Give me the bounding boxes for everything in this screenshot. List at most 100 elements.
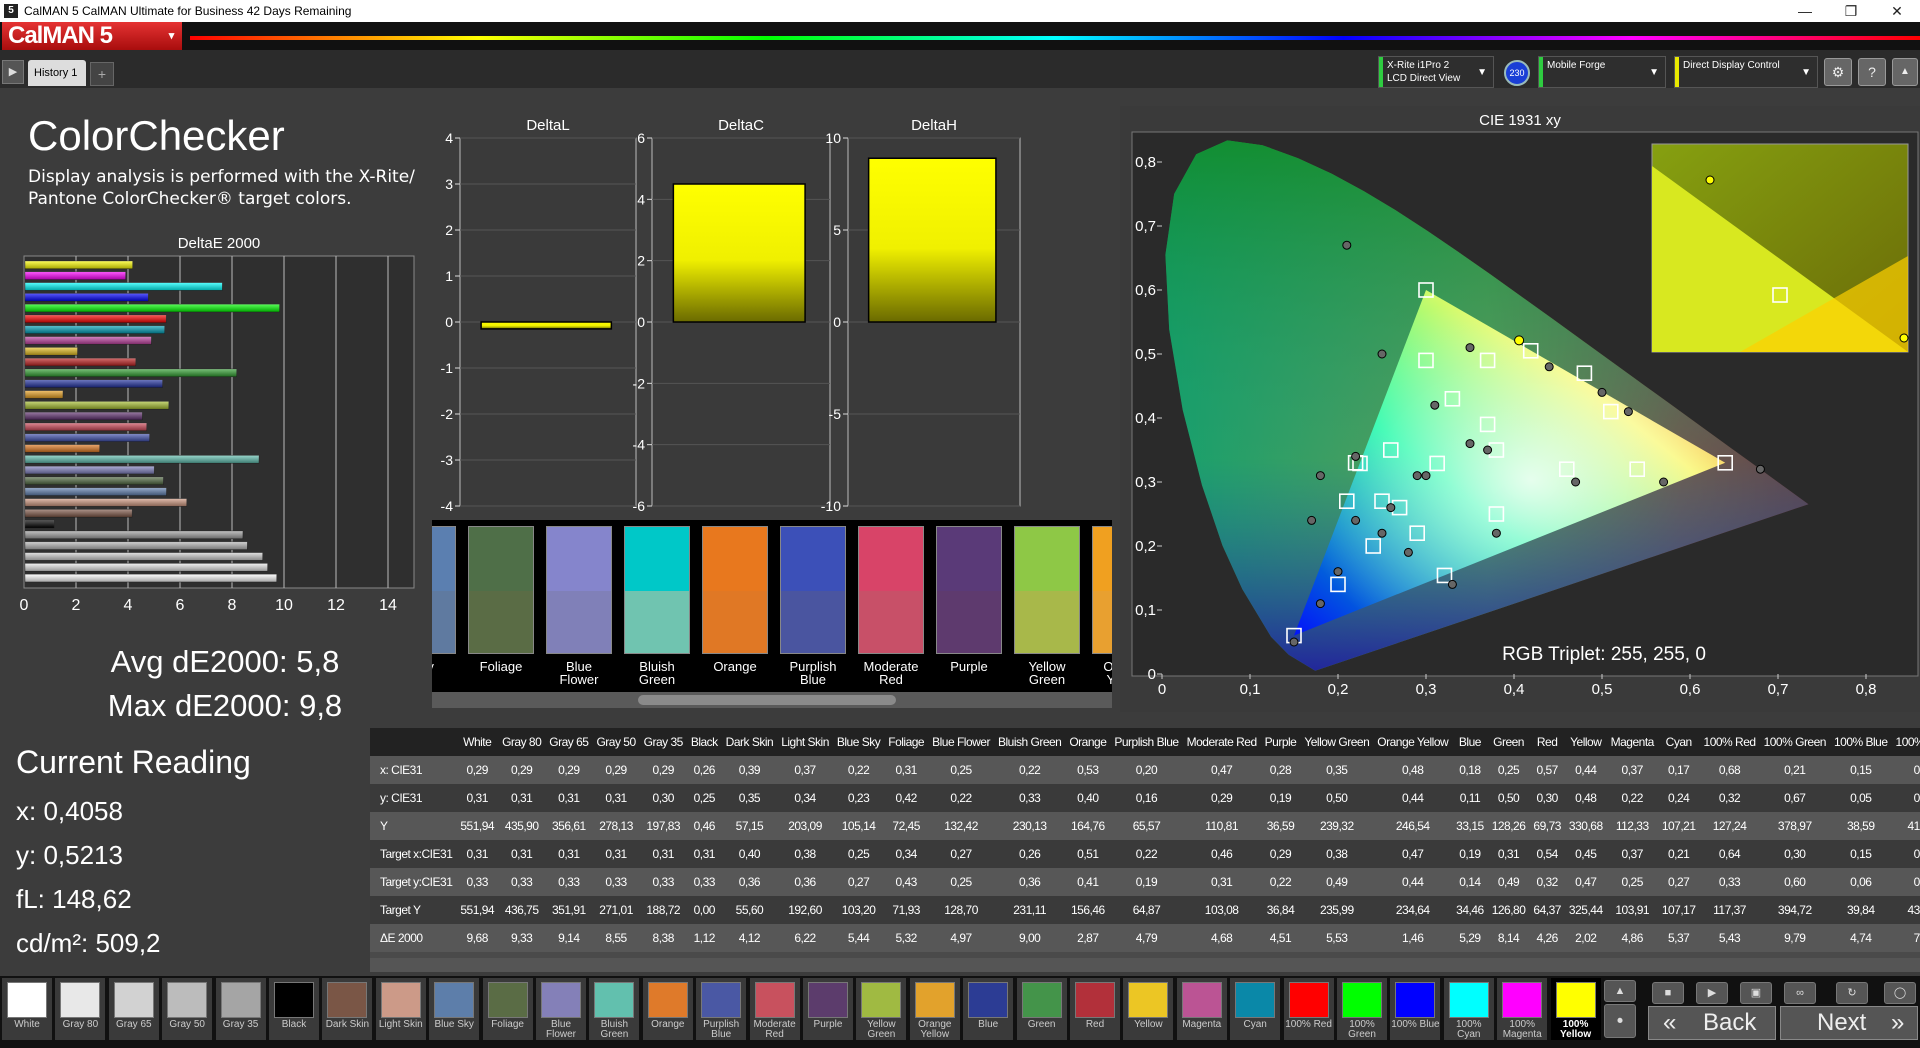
- column-header: Light Skin: [781, 735, 829, 749]
- table-cell: 0,57: [1536, 763, 1558, 777]
- patch-9[interactable]: Orange Yellow: [1092, 526, 1112, 692]
- table-cell: 164,76: [1071, 819, 1105, 833]
- gear-icon[interactable]: ⚙: [1824, 58, 1852, 86]
- table-cell: 231,11: [1013, 903, 1047, 917]
- reading-marker: [1386, 503, 1396, 513]
- scroll-up-icon[interactable]: ▲: [1892, 58, 1918, 86]
- link-icon[interactable]: ∞: [1784, 982, 1816, 1004]
- play-icon[interactable]: ▶: [1696, 982, 1728, 1004]
- column-header: Magenta: [1610, 735, 1655, 749]
- patch-5[interactable]: Purplish Blue: [780, 526, 846, 692]
- y-tick-label: -6: [633, 498, 646, 514]
- calman-logo-menu[interactable]: CalMAN 5 ▾: [2, 22, 182, 50]
- bottom-patch-24[interactable]: 100% Red: [1283, 978, 1334, 1040]
- add-tab-button[interactable]: +: [90, 62, 114, 86]
- meter-selector[interactable]: X-Rite i1Pro 2 LCD Direct View ▼: [1378, 56, 1494, 88]
- table-cell: 4,68: [1210, 931, 1233, 945]
- patch-scrollbar[interactable]: [432, 692, 1112, 708]
- patch-0[interactable]: Sky: [432, 526, 456, 692]
- bottom-patch-26[interactable]: 100% Blue: [1390, 978, 1441, 1040]
- bottom-patch-13[interactable]: Purplish Blue: [696, 978, 747, 1040]
- table-cell: 0,37: [1621, 763, 1644, 777]
- bottom-patch-29[interactable]: 100% Yellow: [1550, 978, 1601, 1040]
- table-row: ΔE 2000 9,68 9,33 9,14 8,55 8,38 1,12 4,12 6,22 5…: [370, 924, 1920, 952]
- display-selector[interactable]: Direct Display Control ▼: [1674, 56, 1818, 88]
- bottom-patch-1[interactable]: Gray 80: [55, 978, 106, 1040]
- bottom-patch-7[interactable]: Light Skin: [375, 978, 426, 1040]
- save-icon[interactable]: ▣: [1740, 982, 1772, 1004]
- stop-icon[interactable]: ■: [1652, 982, 1684, 1004]
- bottom-patch-27[interactable]: 100% Cyan: [1443, 978, 1494, 1040]
- bottom-patch-25[interactable]: 100% Green: [1337, 978, 1387, 1040]
- bottom-patch-swatch: [380, 982, 421, 1018]
- patch-measured: [625, 527, 689, 591]
- next-button[interactable]: Next »: [1780, 1006, 1918, 1040]
- patch-2[interactable]: Blue Flower: [546, 526, 612, 692]
- patch-4[interactable]: Orange: [702, 526, 768, 692]
- table-cell: 0,25: [950, 763, 972, 777]
- table-scrollbar[interactable]: [370, 958, 1920, 972]
- bottom-patch-2[interactable]: Gray 65: [108, 978, 159, 1040]
- table-cell: 72,45: [892, 819, 920, 833]
- close-icon[interactable]: ✕: [1874, 0, 1920, 22]
- bottom-patch-11[interactable]: Bluish Green: [589, 978, 640, 1040]
- up-arrow-icon[interactable]: ▲: [1604, 980, 1636, 1002]
- patch-swatch: [468, 526, 534, 654]
- table-cell: Target x:CIE31: [380, 847, 453, 861]
- back-button[interactable]: « Back: [1648, 1006, 1776, 1040]
- bottom-patch-swatch: [594, 982, 635, 1018]
- bottom-patch-14[interactable]: Moderate Red: [749, 978, 800, 1040]
- table-header: White Gray 80 Gray 65 Gray 50 Gray 35 Black Da…: [370, 728, 1920, 756]
- bottom-patch-28[interactable]: 100% Magenta: [1497, 978, 1548, 1040]
- help-icon[interactable]: ?: [1858, 58, 1886, 86]
- reading-marker: [1623, 407, 1633, 417]
- patch-1[interactable]: Foliage: [468, 526, 534, 692]
- meter-badge[interactable]: 230: [1504, 60, 1530, 86]
- patch-6[interactable]: Moderate Red: [858, 526, 924, 692]
- bottom-patch-8[interactable]: Blue Sky: [429, 978, 480, 1040]
- x-tick-label: 4: [124, 597, 133, 614]
- play-icon[interactable]: ▶: [2, 60, 24, 84]
- bottom-patch-18[interactable]: Blue: [963, 978, 1014, 1040]
- bottom-patch-0[interactable]: White: [2, 978, 52, 1040]
- bottom-patch-9[interactable]: Foliage: [482, 978, 533, 1040]
- source-selector[interactable]: Mobile Forge ▼: [1538, 56, 1666, 88]
- bottom-patch-16[interactable]: Yellow Green: [856, 978, 907, 1040]
- bottom-patch-5[interactable]: Black: [269, 978, 319, 1040]
- bottom-patch-6[interactable]: Dark Skin: [322, 978, 373, 1040]
- bottom-patch-17[interactable]: Orange Yellow: [909, 978, 960, 1040]
- table-cell: 34,46: [1456, 903, 1484, 917]
- bottom-patch-22[interactable]: Magenta: [1176, 978, 1227, 1040]
- back-icon: «: [1663, 1009, 1677, 1036]
- restore-icon[interactable]: ❐: [1828, 0, 1874, 22]
- tab-history-1[interactable]: History 1: [28, 60, 86, 86]
- table-cell: 0,32: [1536, 875, 1558, 889]
- table-cell: 0,64: [1718, 847, 1741, 861]
- bottom-patch-23[interactable]: Cyan: [1230, 978, 1281, 1040]
- scroll-thumb[interactable]: [638, 695, 896, 705]
- record-icon[interactable]: ⏺: [1604, 1004, 1636, 1038]
- bottom-patch-15[interactable]: Purple: [803, 978, 853, 1040]
- patch-8[interactable]: Yellow Green: [1014, 526, 1080, 692]
- bottom-patch-20[interactable]: Red: [1070, 978, 1120, 1040]
- refresh-icon[interactable]: ↻: [1836, 982, 1868, 1004]
- x-tick-label: 0,7: [1768, 681, 1789, 698]
- deltae-bar-shade: [25, 379, 163, 388]
- bottom-patch-3[interactable]: Gray 50: [162, 978, 213, 1040]
- table-cell: 0,29: [510, 763, 533, 777]
- bottom-patch-4[interactable]: Gray 35: [215, 978, 266, 1040]
- minimize-icon[interactable]: —: [1782, 0, 1828, 22]
- table-cell: 4,12: [738, 931, 761, 945]
- patch-3[interactable]: Bluish Green: [624, 526, 690, 692]
- bottom-patch-12[interactable]: Orange: [642, 978, 693, 1040]
- column-header: Gray 35: [643, 735, 684, 749]
- x-tick-label: 0,1: [1240, 681, 1261, 698]
- bottom-patch-label: Blue Flower: [545, 1019, 576, 1040]
- more-icon[interactable]: ◯: [1884, 982, 1916, 1004]
- table-cell: 0,33: [652, 875, 675, 889]
- bottom-patch-10[interactable]: Blue Flower: [536, 978, 586, 1040]
- table-cell: 0,22: [1269, 875, 1292, 889]
- patch-7[interactable]: Purple: [936, 526, 1002, 692]
- bottom-patch-21[interactable]: Yellow: [1123, 978, 1174, 1040]
- bottom-patch-19[interactable]: Green: [1016, 978, 1067, 1040]
